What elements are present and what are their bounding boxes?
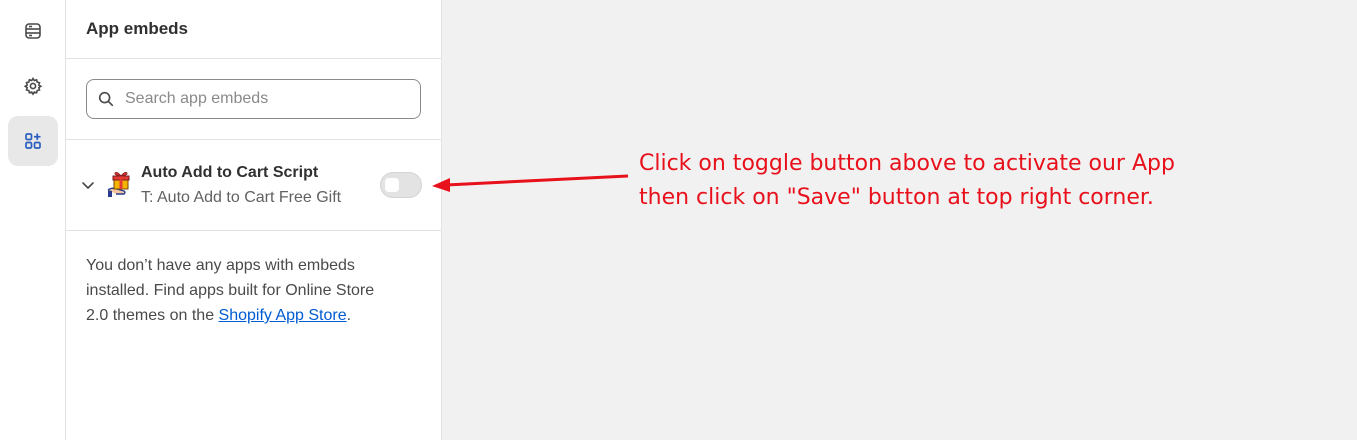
info-suffix: . — [346, 307, 352, 324]
embed-name: Auto Add to Cart Script — [141, 164, 319, 181]
app-embeds-icon — [25, 133, 41, 149]
theme-settings-button[interactable] — [8, 61, 58, 111]
sections-icon — [25, 23, 41, 39]
app-embeds-button[interactable] — [8, 116, 58, 166]
toggle-knob — [385, 178, 399, 192]
panel-title: App embeds — [86, 19, 189, 38]
annotation-line-2: then click on "Save" button at top right… — [639, 185, 1154, 210]
gear-icon — [23, 77, 43, 96]
search-input[interactable] — [125, 90, 405, 108]
embed-toggle[interactable] — [380, 172, 422, 198]
search-icon — [98, 91, 114, 107]
panel-header: App embeds — [66, 0, 441, 59]
annotation-text: Click on toggle button above to activate… — [639, 147, 1279, 215]
chevron-down-icon[interactable] — [80, 177, 96, 193]
annotation-line-1: Click on toggle button above to activate… — [639, 151, 1175, 176]
left-icon-rail — [0, 0, 66, 440]
no-embeds-info: You don’t have any apps with embeds inst… — [66, 231, 406, 328]
embed-subtitle: T: Auto Add to Cart Free Gift — [141, 189, 342, 206]
sections-button[interactable] — [8, 6, 58, 56]
app-embeds-panel: App embeds Auto Add to Cart Script T: Au… — [66, 0, 442, 440]
search-section — [66, 59, 441, 140]
gift-icon — [107, 172, 130, 197]
app-embed-item: Auto Add to Cart Script T: Auto Add to C… — [66, 140, 441, 231]
shopify-app-store-link[interactable]: Shopify App Store — [219, 307, 347, 324]
search-box[interactable] — [86, 79, 421, 119]
